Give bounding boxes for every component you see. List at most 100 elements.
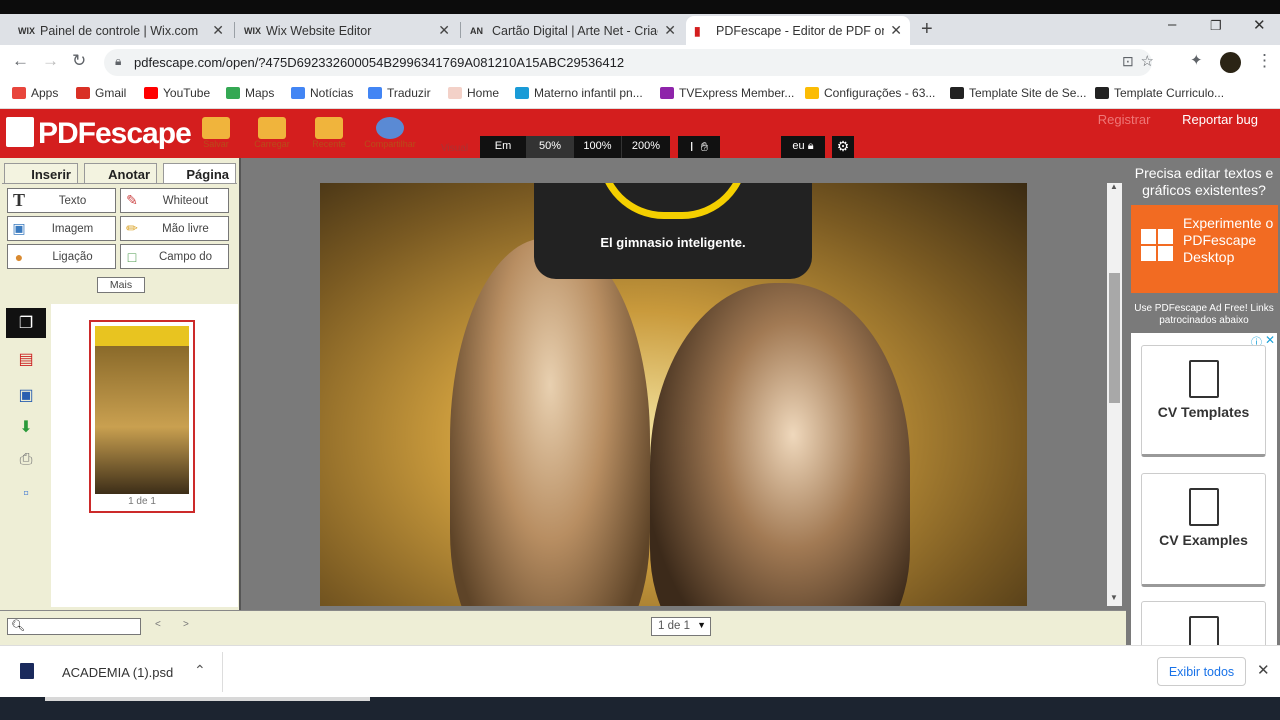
- pages-icon[interactable]: ❐: [6, 308, 46, 338]
- user-lock-button[interactable]: eu 🔒︎: [781, 136, 825, 158]
- tab-pdfescape[interactable]: ▮ PDFescape - Editor de PDF online ✕: [686, 16, 910, 45]
- tab-wix-editor[interactable]: WIX Wix Website Editor ✕: [236, 16, 458, 45]
- register-link[interactable]: Registrar: [1098, 112, 1151, 127]
- ad-close-icon[interactable]: ✕: [1265, 333, 1275, 347]
- show-all-downloads-button[interactable]: Exibir todos: [1157, 657, 1246, 686]
- youtube-icon: [144, 87, 158, 99]
- minimize-icon[interactable]: –: [1168, 16, 1176, 33]
- back-icon[interactable]: ←: [12, 51, 29, 71]
- new-tab-button[interactable]: +: [921, 18, 933, 41]
- download-file-name[interactable]: ACADEMIA (1).psd: [62, 665, 173, 680]
- upload-button[interactable]: Carregar: [249, 117, 295, 149]
- workspace: Inserir Anotar Página T Texto ✎ Whiteout ▣…: [0, 158, 1280, 661]
- text-cursor-icon[interactable]: I: [690, 139, 694, 154]
- tvexpress-icon: [660, 87, 674, 99]
- scrollbar-thumb[interactable]: [1109, 273, 1120, 403]
- bookmark-traduzir[interactable]: Traduzir: [368, 86, 431, 100]
- scroll-down-icon[interactable]: ▼: [1110, 593, 1118, 602]
- save-button[interactable]: Salvar: [193, 117, 239, 149]
- insert-text-button[interactable]: T Texto: [7, 188, 116, 213]
- bookmark-star-icon[interactable]: ☆: [1141, 52, 1154, 70]
- restore-icon[interactable]: ❐: [1210, 18, 1222, 34]
- bookmark-tvexpress[interactable]: TVExpress Member...: [660, 86, 794, 100]
- tab-inserir[interactable]: Inserir: [4, 163, 78, 183]
- cv-templates-card[interactable]: CV Templates: [1141, 345, 1266, 457]
- thumbnail-image: [95, 326, 189, 494]
- page-thumbnail[interactable]: 1 de 1: [89, 320, 195, 513]
- divider: [222, 652, 223, 692]
- insert-link-button[interactable]: ● Ligação: [7, 244, 116, 269]
- chevron-down-icon: ▼: [697, 620, 706, 630]
- scroll-up-icon[interactable]: ▲: [1110, 182, 1118, 191]
- tab-title: Wix Website Editor: [266, 23, 372, 38]
- text-icon: T: [12, 190, 25, 210]
- chevron-up-icon[interactable]: ⌃: [194, 662, 206, 679]
- bookmark-home[interactable]: Home: [448, 86, 499, 100]
- bookmark-configuracoes[interactable]: Configurações - 63...: [805, 86, 935, 100]
- pdf-document-icon[interactable]: ▤: [6, 344, 46, 374]
- bottom-bar: 🔍︎ < > 1 de 1 ▼: [0, 610, 1126, 645]
- print-icon[interactable]: ⎙: [6, 446, 46, 476]
- report-bug-link[interactable]: Reportar bug: [1182, 112, 1258, 127]
- download-icon[interactable]: ⬇: [6, 412, 46, 442]
- page-view-icon[interactable]: ▫: [6, 480, 46, 510]
- gmail-icon: [76, 87, 90, 99]
- menu-dots-icon[interactable]: ⋮: [1256, 51, 1273, 71]
- url-bar[interactable]: 🔒︎ pdfescape.com/open/?475D692332600054B…: [104, 49, 1154, 76]
- bookmark-youtube[interactable]: YouTube: [144, 86, 210, 100]
- freehand-button[interactable]: ✏ Mão livre: [120, 216, 229, 241]
- next-result-button[interactable]: >: [183, 619, 189, 630]
- zoom-50-button[interactable]: 50%: [527, 136, 574, 158]
- tab-title: Painel de controle | Wix.com: [40, 23, 199, 38]
- url-text: pdfescape.com/open/?475D692332600054B299…: [134, 55, 625, 70]
- zoom-100-button[interactable]: 100%: [574, 136, 622, 158]
- tab-wix-dashboard[interactable]: WIX Painel de controle | Wix.com ✕: [10, 16, 232, 45]
- more-tools-button[interactable]: Mais: [97, 277, 145, 293]
- psd-file-icon: [20, 663, 34, 679]
- pdf-document-page[interactable]: El gimnasio inteligente.: [320, 183, 1027, 606]
- cv-examples-card[interactable]: CV Examples: [1141, 473, 1266, 587]
- translate-icon[interactable]: ⊡: [1122, 53, 1134, 70]
- woman-figure-image: [650, 283, 910, 606]
- zoom-200-button[interactable]: 200%: [622, 136, 670, 158]
- extensions-icon[interactable]: ✦: [1190, 51, 1203, 69]
- avatar[interactable]: [1220, 52, 1241, 73]
- bookmark-noticias[interactable]: Notícias: [291, 86, 353, 100]
- page-select[interactable]: 1 de 1 ▼: [651, 617, 711, 636]
- insert-image-button[interactable]: ▣ Imagem: [7, 216, 116, 241]
- search-input[interactable]: 🔍︎: [7, 618, 141, 635]
- bookmark-apps[interactable]: Apps: [12, 86, 58, 100]
- bookmark-materno[interactable]: Materno infantil pn...: [515, 86, 643, 100]
- tab-divider: [2, 183, 237, 184]
- recent-button[interactable]: Recente: [306, 117, 352, 149]
- close-download-bar-icon[interactable]: ✕: [1257, 661, 1270, 679]
- top-black-bar: [0, 0, 1280, 14]
- zoom-fit-button[interactable]: Em: [480, 136, 527, 158]
- bookmark-gmail[interactable]: Gmail: [76, 86, 126, 100]
- close-tab-icon[interactable]: ✕: [438, 22, 450, 39]
- close-tab-icon[interactable]: ✕: [890, 22, 902, 39]
- tab-anotar[interactable]: Anotar: [84, 163, 157, 183]
- share-button[interactable]: Compartilhar: [362, 117, 418, 149]
- document-scrollbar[interactable]: ▲ ▼: [1107, 182, 1122, 606]
- forward-icon[interactable]: →: [42, 51, 59, 71]
- close-tab-icon[interactable]: ✕: [212, 22, 224, 39]
- bookmark-template-site[interactable]: Template Site de Se...: [950, 86, 1086, 100]
- address-row: ← → ↻ 🔒︎ pdfescape.com/open/?475D6923326…: [0, 45, 1280, 79]
- bookmark-maps[interactable]: Maps: [226, 86, 274, 100]
- form-field-button[interactable]: □ Campo do: [120, 244, 229, 269]
- home-icon: [448, 87, 462, 99]
- close-tab-icon[interactable]: ✕: [664, 22, 676, 39]
- settings-gear-icon[interactable]: ⚙: [832, 136, 854, 158]
- save-disk-icon[interactable]: ▣: [6, 380, 46, 410]
- tab-cartao-digital[interactable]: AN Cartão Digital | Arte Net - Criação ✕: [462, 16, 684, 45]
- desktop-promo-button[interactable]: Experimente o PDFescape Desktop: [1131, 205, 1278, 293]
- pdfescape-logo[interactable]: PDFescape: [6, 117, 192, 151]
- prev-result-button[interactable]: <: [155, 619, 161, 630]
- bookmark-template-curriculo[interactable]: Template Curriculo...: [1095, 86, 1224, 100]
- whiteout-button[interactable]: ✎ Whiteout: [120, 188, 229, 213]
- reload-icon[interactable]: ↻: [72, 51, 86, 71]
- hand-tool-icon[interactable]: ✋︎: [701, 139, 708, 154]
- window-close-icon[interactable]: ✕: [1253, 16, 1266, 34]
- tab-pagina[interactable]: Página: [163, 163, 236, 183]
